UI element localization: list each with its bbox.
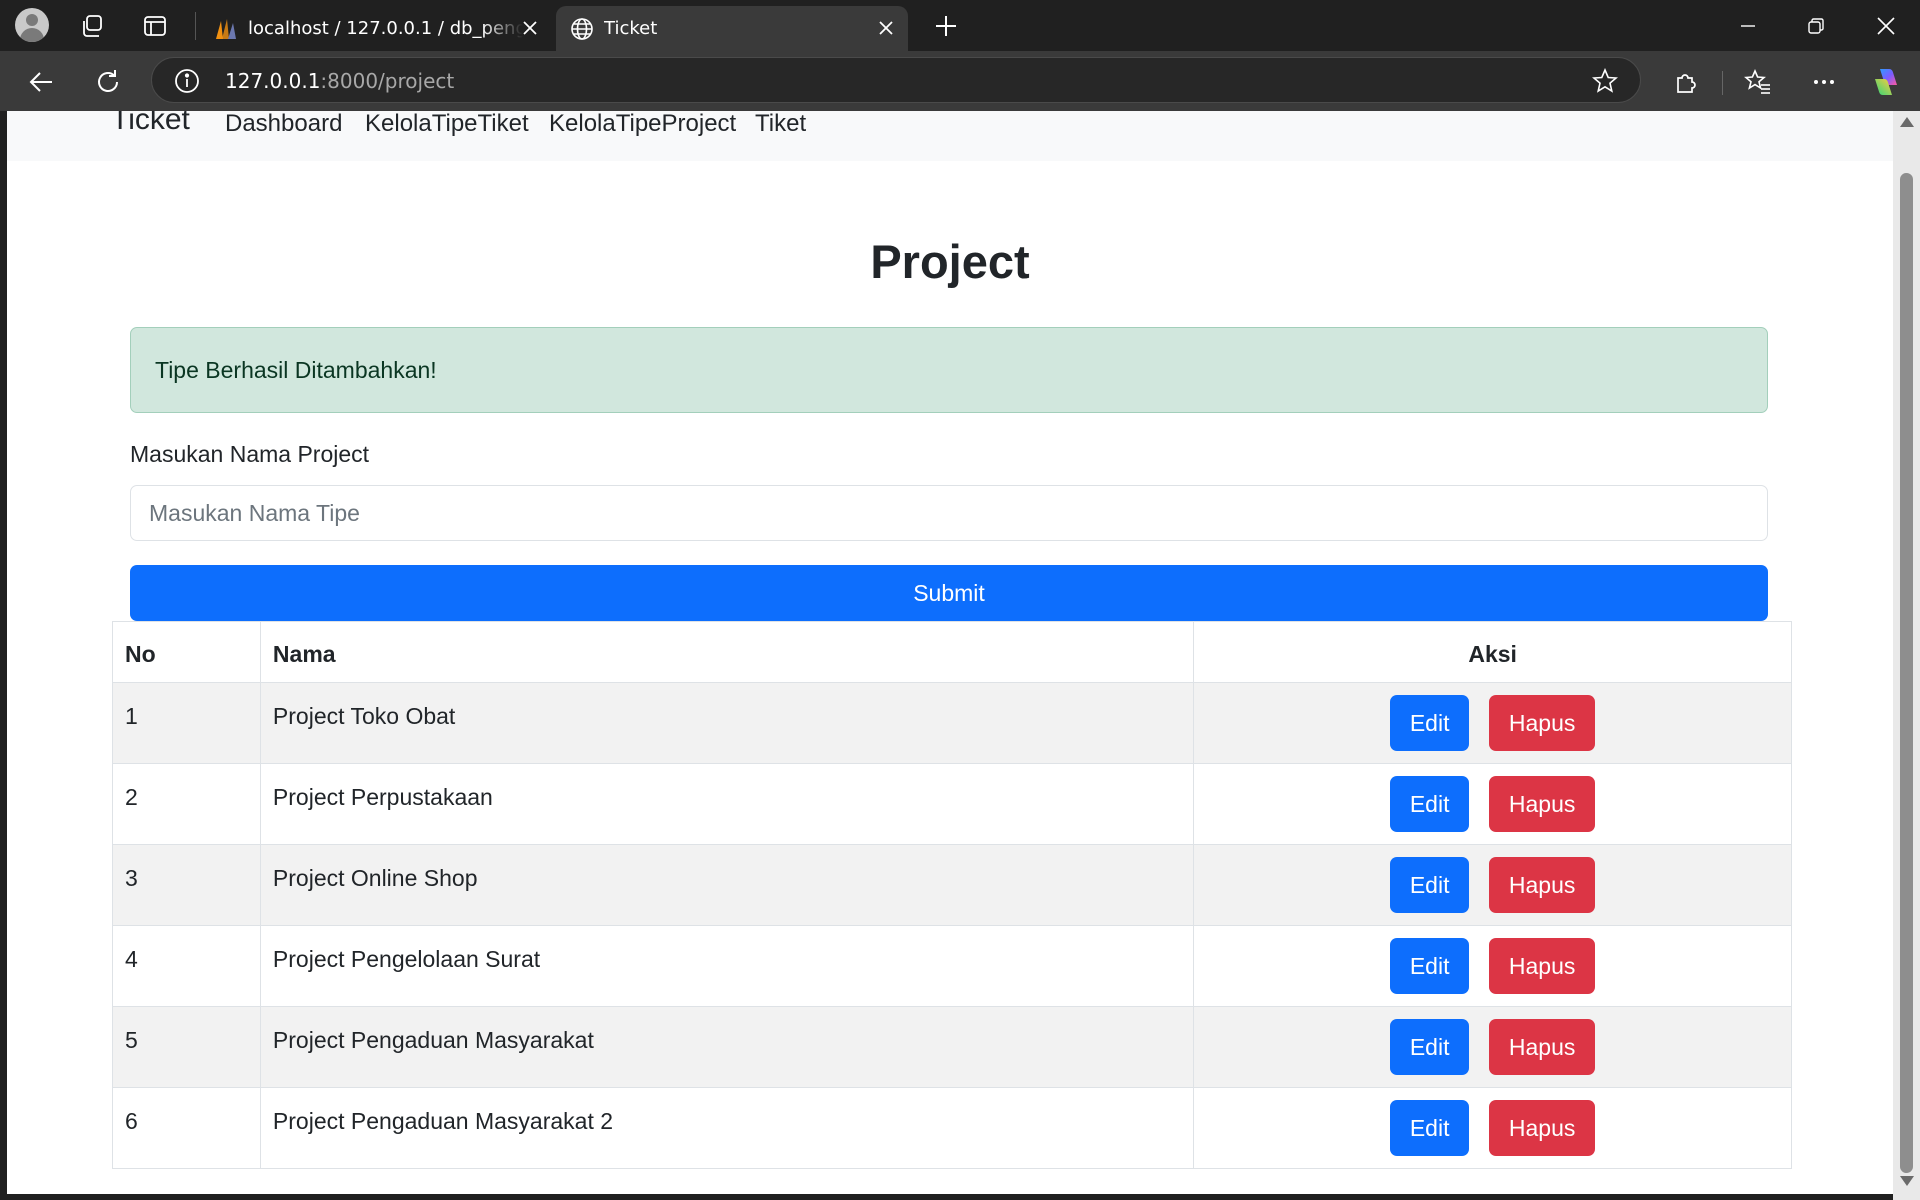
edit-button[interactable]: Edit (1390, 1100, 1470, 1156)
page-viewport: Ticket Dashboard KelolaTipeTiket KelolaT… (7, 111, 1893, 1194)
edit-button[interactable]: Edit (1390, 938, 1470, 994)
new-tab-icon[interactable] (928, 8, 964, 44)
tab-actions-icon[interactable] (137, 8, 173, 44)
address-bar[interactable]: 127.0.0.1:8000/project (151, 57, 1641, 103)
row-no: 1 (112, 682, 261, 764)
row-nama: Project Perpustakaan (259, 763, 1195, 845)
nav-link-kelola-tipe-project[interactable]: KelolaTipeProject (549, 111, 736, 138)
navbar-brand[interactable]: Ticket (111, 111, 190, 137)
row-no: 2 (112, 763, 261, 845)
row-actions: Edit Hapus (1193, 763, 1792, 845)
close-tab-icon[interactable] (518, 16, 542, 40)
reload-icon[interactable] (88, 62, 128, 102)
delete-button[interactable]: Hapus (1489, 1100, 1596, 1156)
nav-link-tiket[interactable]: Tiket (755, 111, 806, 138)
delete-button[interactable]: Hapus (1489, 1019, 1596, 1075)
table-row: 6 Project Pengaduan Masyarakat 2 Edit Hap… (112, 1087, 1792, 1169)
row-nama: Project Toko Obat (259, 682, 1195, 764)
alert-message: Tipe Berhasil Ditambahkan! (155, 357, 437, 383)
tab-ticket[interactable]: Ticket (556, 6, 908, 51)
table-row: 5 Project Pengaduan Masyarakat Edit Hapus (112, 1006, 1792, 1088)
close-window-icon[interactable] (1852, 0, 1920, 51)
project-table: No Nama Aksi 1 Project Toko Obat Edit Hap… (112, 621, 1792, 1169)
row-nama: Project Pengaduan Masyarakat (259, 1006, 1195, 1088)
minimize-icon[interactable] (1714, 0, 1782, 51)
tab-separator (195, 12, 196, 40)
row-nama: Project Pengaduan Masyarakat 2 (259, 1087, 1195, 1169)
profile-avatar[interactable] (15, 8, 49, 42)
url-host: 127.0.0.1 (225, 69, 321, 93)
row-no: 3 (112, 844, 261, 926)
tab-phpmyadmin[interactable]: localhost / 127.0.0.1 / db_pengaduan (200, 6, 552, 51)
more-options-icon[interactable] (1804, 62, 1844, 102)
success-alert: Tipe Berhasil Ditambahkan! (130, 327, 1768, 413)
project-name-label: Masukan Nama Project (130, 441, 370, 467)
table-header-row: No Nama Aksi (112, 621, 1792, 683)
url-text[interactable]: 127.0.0.1:8000/project (225, 69, 454, 93)
nav-link-dashboard[interactable]: Dashboard (225, 111, 342, 138)
header-no: No (112, 621, 261, 683)
header-aksi: Aksi (1193, 621, 1792, 683)
row-nama: Project Online Shop (259, 844, 1195, 926)
delete-button[interactable]: Hapus (1489, 938, 1596, 994)
page-title: Project (870, 235, 1030, 288)
browser-toolbar: 127.0.0.1:8000/project (0, 51, 1920, 111)
scroll-up-arrow-icon[interactable] (1900, 117, 1914, 127)
scrollbar-thumb[interactable] (1900, 173, 1913, 1173)
extensions-icon[interactable] (1666, 62, 1706, 102)
workspaces-icon[interactable] (74, 8, 110, 44)
site-navbar: Ticket Dashboard KelolaTipeTiket KelolaT… (7, 111, 1893, 161)
row-actions: Edit Hapus (1193, 844, 1792, 926)
phpmyadmin-icon (214, 17, 238, 41)
header-nama: Nama (259, 621, 1195, 683)
submit-button[interactable]: Submit (130, 565, 1768, 621)
close-tab-icon[interactable] (874, 16, 898, 40)
project-name-input[interactable] (130, 485, 1768, 541)
row-no: 6 (112, 1087, 261, 1169)
toolbar-separator (1722, 71, 1723, 95)
window-bottom-edge (0, 1194, 1893, 1200)
favorite-star-icon[interactable] (1592, 67, 1618, 94)
edit-button[interactable]: Edit (1390, 857, 1470, 913)
scroll-down-arrow-icon[interactable] (1900, 1176, 1914, 1186)
back-icon[interactable] (21, 62, 61, 102)
row-actions: Edit Hapus (1193, 1006, 1792, 1088)
nav-link-kelola-tipe-tiket[interactable]: KelolaTipeTiket (365, 111, 529, 138)
url-path: :8000/project (320, 69, 455, 93)
row-nama: Project Pengelolaan Surat (259, 925, 1195, 1007)
table-row: 1 Project Toko Obat Edit Hapus (112, 682, 1792, 764)
browser-titlebar: localhost / 127.0.0.1 / db_pengaduan Tic… (0, 0, 1920, 51)
delete-button[interactable]: Hapus (1489, 695, 1596, 751)
page-scrollbar[interactable] (1893, 111, 1920, 1200)
table-row: 3 Project Online Shop Edit Hapus (112, 844, 1792, 926)
site-info-icon[interactable] (174, 68, 200, 94)
tab-title: Ticket (604, 18, 658, 39)
tab-title: localhost / 127.0.0.1 / db_pengaduan (248, 18, 523, 39)
table-row: 4 Project Pengelolaan Surat Edit Hapus (112, 925, 1792, 1007)
edit-button[interactable]: Edit (1390, 695, 1470, 751)
globe-icon (570, 17, 594, 41)
row-no: 4 (112, 925, 261, 1007)
restore-icon[interactable] (1782, 0, 1850, 51)
row-actions: Edit Hapus (1193, 925, 1792, 1007)
favorites-icon[interactable] (1738, 62, 1778, 102)
delete-button[interactable]: Hapus (1489, 776, 1596, 832)
edit-button[interactable]: Edit (1390, 1019, 1470, 1075)
copilot-icon[interactable] (1866, 62, 1906, 102)
row-actions: Edit Hapus (1193, 682, 1792, 764)
delete-button[interactable]: Hapus (1489, 857, 1596, 913)
table-row: 2 Project Perpustakaan Edit Hapus (112, 763, 1792, 845)
edit-button[interactable]: Edit (1390, 776, 1470, 832)
row-actions: Edit Hapus (1193, 1087, 1792, 1169)
row-no: 5 (112, 1006, 261, 1088)
